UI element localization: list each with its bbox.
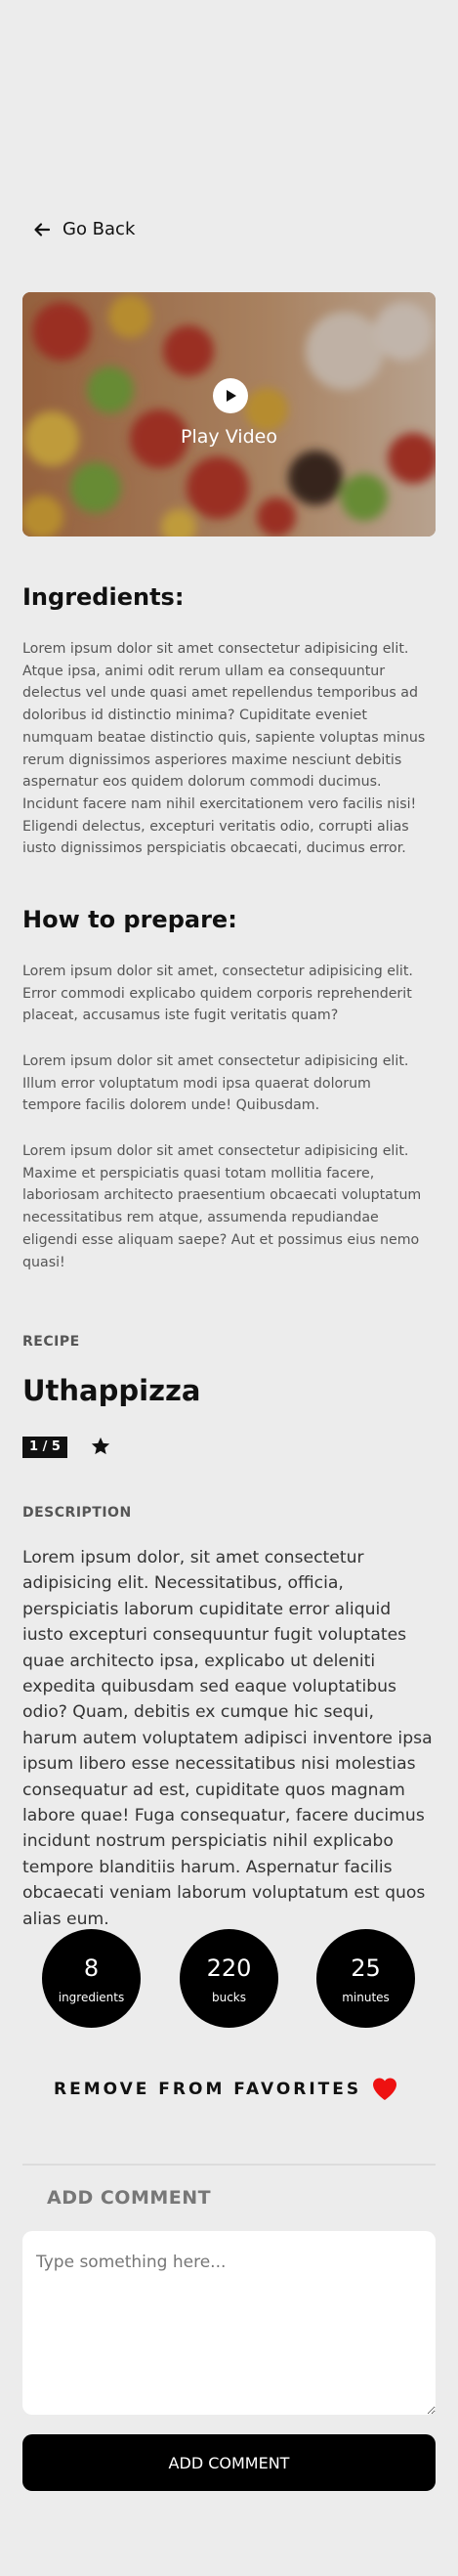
stat-bucks: 220 bucks [180,1929,278,2028]
prepare-heading: How to prepare: [22,906,237,933]
prepare-step: Lorem ipsum dolor sit amet consectetur a… [22,1143,422,1270]
prepare-step: Lorem ipsum dolor sit amet, consectetur … [22,964,413,1024]
arrow-left-icon [34,222,51,236]
divider [22,2164,436,2166]
star-icon[interactable] [90,1436,111,1457]
stat-label: minutes [342,1990,390,2004]
stat-label: bucks [211,1990,247,2004]
recipe-description: Lorem ipsum dolor, sit amet consectetur … [22,1548,433,1929]
add-comment-button[interactable]: ADD COMMENT [22,2434,436,2491]
video-overlay [22,292,436,537]
comment-input[interactable] [22,2231,436,2415]
ingredients-heading: Ingredients: [22,583,185,611]
go-back-label: Go Back [62,219,136,239]
recipe-kicker: RECIPE [22,1334,80,1350]
video-player[interactable]: Play Video [22,292,436,537]
go-back-link[interactable]: Go Back [33,219,135,239]
recipe-detail-page: Go Back Play Video Ingredients: Lorem ip… [0,0,458,2576]
play-icon [227,390,236,402]
add-comment-heading: ADD COMMENT [47,2187,212,2209]
remove-from-favorites-button[interactable]: REMOVE FROM FAVORITES [54,2080,361,2099]
stat-ingredients: 8 ingredients [42,1929,141,2028]
ingredients-text: Lorem ipsum dolor sit amet consectetur a… [22,641,426,857]
play-video-label: Play Video [181,426,277,448]
stat-value: 25 [351,1953,381,1982]
description-kicker: DESCRIPTION [22,1505,132,1521]
play-button[interactable] [213,378,248,413]
stat-value: 8 [83,1953,100,1982]
recipe-title: Uthappizza [22,1374,201,1407]
stat-value: 220 [206,1953,252,1982]
stat-minutes: 25 minutes [316,1929,415,2028]
stat-label: ingredients [58,1990,125,2004]
prepare-step: Lorem ipsum dolor sit amet consectetur a… [22,1053,409,1114]
rating-badge: 1 / 5 [22,1437,67,1458]
heart-icon[interactable] [371,2076,398,2101]
